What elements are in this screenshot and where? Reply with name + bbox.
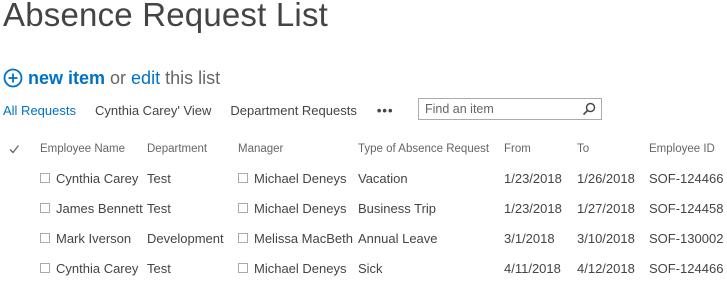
from-date: 1/23/2018 (504, 170, 562, 186)
table-row[interactable]: James Bennett Test Michael Deneys Business … (0, 193, 727, 223)
edit-list-link[interactable]: edit (131, 68, 160, 89)
from-date: 1/23/2018 (504, 200, 562, 216)
department-cell: Test (147, 253, 238, 283)
row-select-cell[interactable] (0, 193, 40, 223)
employee-name[interactable]: James Bennett (56, 201, 143, 216)
checkmark-icon[interactable] (8, 143, 20, 155)
page-title: Absence Request List (3, 0, 329, 33)
person-presence-icon (40, 203, 50, 214)
table-row[interactable]: Cynthia Carey Test Michael Deneys Vacation 1… (0, 163, 727, 193)
employee-name-cell[interactable]: Mark Iverson (40, 223, 147, 253)
absence-type-cell: Annual Leave (358, 223, 504, 253)
from-date: 3/1/2018 (504, 230, 555, 246)
manager[interactable]: Melissa MacBeth (254, 231, 353, 246)
column-header-to[interactable]: To (577, 135, 649, 163)
from-date-cell: 1/23/2018 (504, 163, 577, 193)
to-date-cell: 3/10/2018 (577, 223, 649, 253)
employee-id: SOF-124466 (649, 170, 724, 186)
new-item-link[interactable]: new item (28, 68, 105, 89)
search-input[interactable] (419, 102, 575, 116)
absence-type-cell: Vacation (358, 163, 504, 193)
manager-cell[interactable]: Michael Deneys (238, 193, 358, 223)
employee-name[interactable]: Cynthia Carey (56, 261, 138, 276)
new-item-bar: new item or edit this list (3, 66, 225, 90)
to-date: 3/10/2018 (577, 230, 635, 246)
department-cell: Test (147, 193, 238, 223)
view-cynthia-carey[interactable]: Cynthia Carey' View (95, 103, 211, 118)
department-cell: Development (147, 223, 238, 253)
select-all-cell[interactable] (0, 135, 40, 163)
employee-name[interactable]: Mark Iverson (56, 231, 131, 246)
column-header-from[interactable]: From (504, 135, 577, 163)
to-date: 1/26/2018 (577, 170, 635, 186)
employee-name-cell[interactable]: Cynthia Carey (40, 163, 147, 193)
manager-cell[interactable]: Michael Deneys (238, 253, 358, 283)
manager[interactable]: Michael Deneys (254, 201, 347, 216)
to-date: 4/12/2018 (577, 260, 635, 276)
column-header-manager[interactable]: Manager (238, 135, 358, 163)
column-header-employee-name[interactable]: Employee Name (40, 135, 147, 163)
more-views-icon[interactable]: ••• (377, 103, 394, 118)
employee-id-cell: SOF-130002 (649, 223, 727, 253)
absence-type: Annual Leave (358, 230, 438, 246)
or-text: or (110, 67, 127, 88)
add-circle-icon[interactable] (3, 68, 23, 88)
row-select-cell[interactable] (0, 253, 40, 283)
absence-type: Vacation (358, 170, 408, 186)
person-presence-icon (238, 263, 248, 274)
search-icon[interactable] (582, 102, 596, 116)
manager-cell[interactable]: Michael Deneys (238, 163, 358, 193)
column-header-department[interactable]: Department (147, 135, 238, 163)
to-date-cell: 4/12/2018 (577, 253, 649, 283)
from-date-cell: 4/11/2018 (504, 253, 577, 283)
person-presence-icon (40, 173, 50, 184)
employee-name-cell[interactable]: Cynthia Carey (40, 253, 147, 283)
employee-id-cell: SOF-124458 (649, 193, 727, 223)
from-date: 4/11/2018 (504, 260, 561, 276)
from-date-cell: 1/23/2018 (504, 193, 577, 223)
department: Development (147, 230, 224, 246)
search-box (418, 98, 602, 120)
table-row[interactable]: Cynthia Carey Test Michael Deneys Sick 4/11/… (0, 253, 727, 283)
column-header-type[interactable]: Type of Absence Request (358, 135, 504, 163)
absence-type-cell: Business Trip (358, 193, 504, 223)
person-presence-icon (238, 173, 248, 184)
employee-id: SOF-130002 (649, 230, 724, 246)
employee-id-cell: SOF-124466 (649, 253, 727, 283)
list-table: Employee Name Department Manager Type of… (0, 135, 727, 283)
this-list-text: this list (165, 67, 221, 88)
employee-id: SOF-124466 (649, 260, 724, 276)
manager[interactable]: Michael Deneys (254, 261, 347, 276)
absence-type-cell: Sick (358, 253, 504, 283)
employee-name-cell[interactable]: James Bennett (40, 193, 147, 223)
row-select-cell[interactable] (0, 163, 40, 193)
table-row[interactable]: Mark Iverson Development Melissa MacBeth An… (0, 223, 727, 253)
employee-id-cell: SOF-124466 (649, 163, 727, 193)
department: Test (147, 170, 171, 186)
person-presence-icon (40, 263, 50, 274)
department: Test (147, 200, 171, 216)
person-presence-icon (238, 203, 248, 214)
person-presence-icon (40, 233, 50, 244)
view-department-requests[interactable]: Department Requests (230, 103, 356, 118)
manager[interactable]: Michael Deneys (254, 171, 347, 186)
employee-name[interactable]: Cynthia Carey (56, 171, 138, 186)
absence-type: Business Trip (358, 200, 437, 216)
absence-type: Sick (358, 260, 383, 276)
to-date-cell: 1/26/2018 (577, 163, 649, 193)
manager-cell[interactable]: Melissa MacBeth (238, 223, 358, 253)
row-select-cell[interactable] (0, 223, 40, 253)
view-all-requests[interactable]: All Requests (3, 103, 76, 118)
person-presence-icon (238, 233, 248, 244)
column-header-employee-id[interactable]: Employee ID (649, 135, 727, 163)
employee-id: SOF-124458 (649, 200, 724, 216)
department: Test (147, 260, 171, 276)
view-selector: All Requests Cynthia Carey' View Departm… (3, 99, 416, 121)
to-date: 1/27/2018 (577, 200, 635, 216)
department-cell: Test (147, 163, 238, 193)
from-date-cell: 3/1/2018 (504, 223, 577, 253)
table-header-row: Employee Name Department Manager Type of… (0, 135, 727, 163)
to-date-cell: 1/27/2018 (577, 193, 649, 223)
